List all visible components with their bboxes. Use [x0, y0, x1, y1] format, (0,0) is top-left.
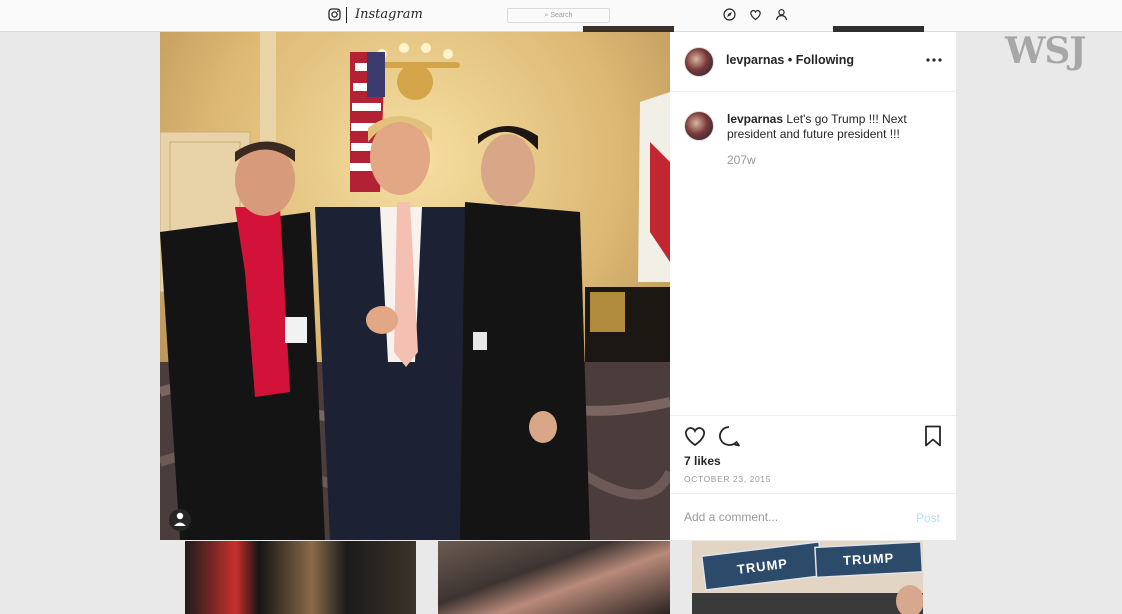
post-detail-panel: levparnas • Following levparnas Let's go…: [670, 32, 956, 540]
actions-divider: [670, 415, 956, 416]
more-options-icon[interactable]: [926, 58, 942, 62]
grid-thumbnail[interactable]: [438, 541, 670, 614]
campaign-cards-image: TRUMP TRUMP: [692, 541, 923, 614]
comment-bar: Post: [670, 493, 956, 541]
search-placeholder: Search: [550, 12, 573, 19]
like-count[interactable]: 7 likes: [684, 454, 721, 468]
instagram-wordmark[interactable]: Instagram: [355, 7, 423, 22]
avatar[interactable]: [684, 47, 714, 77]
username-link[interactable]: levparnas: [726, 53, 784, 67]
wsj-watermark: WSJ: [1005, 30, 1086, 72]
post-comment-button[interactable]: Post: [916, 511, 940, 525]
instagram-top-bar: Instagram ⌕ Search: [0, 0, 1122, 32]
like-heart-icon[interactable]: [683, 425, 707, 447]
compass-icon[interactable]: [723, 8, 736, 21]
grid-thumbnail[interactable]: TRUMP TRUMP: [692, 541, 923, 614]
instagram-glyph-icon[interactable]: [328, 8, 341, 21]
caption-username[interactable]: levparnas: [727, 112, 783, 126]
grid-thumbnail[interactable]: [185, 541, 416, 614]
tagged-users-icon: [169, 509, 191, 531]
caption-timestamp[interactable]: 207w: [727, 153, 756, 167]
add-comment-input[interactable]: [684, 510, 894, 524]
post-author: levparnas • Following: [726, 53, 854, 67]
caption-avatar[interactable]: [684, 111, 714, 141]
heart-icon[interactable]: [749, 8, 762, 21]
trump-card-text: TRUMP: [843, 550, 895, 568]
post-caption: levparnas Let's go Trump !!! Next presid…: [727, 112, 937, 142]
profile-icon[interactable]: [775, 8, 788, 21]
following-button[interactable]: Following: [796, 53, 854, 67]
post-image: [160, 32, 670, 540]
post-photo[interactable]: [160, 32, 670, 540]
search-icon: ⌕: [544, 12, 549, 19]
post-date: OCTOBER 23, 2015: [684, 474, 771, 484]
post-header: levparnas • Following: [670, 32, 956, 92]
comment-icon[interactable]: [717, 425, 741, 447]
separator-dot: •: [787, 53, 793, 67]
logo-divider: [346, 7, 347, 23]
search-input[interactable]: ⌕ Search: [507, 8, 610, 23]
bookmark-icon[interactable]: [921, 425, 945, 447]
